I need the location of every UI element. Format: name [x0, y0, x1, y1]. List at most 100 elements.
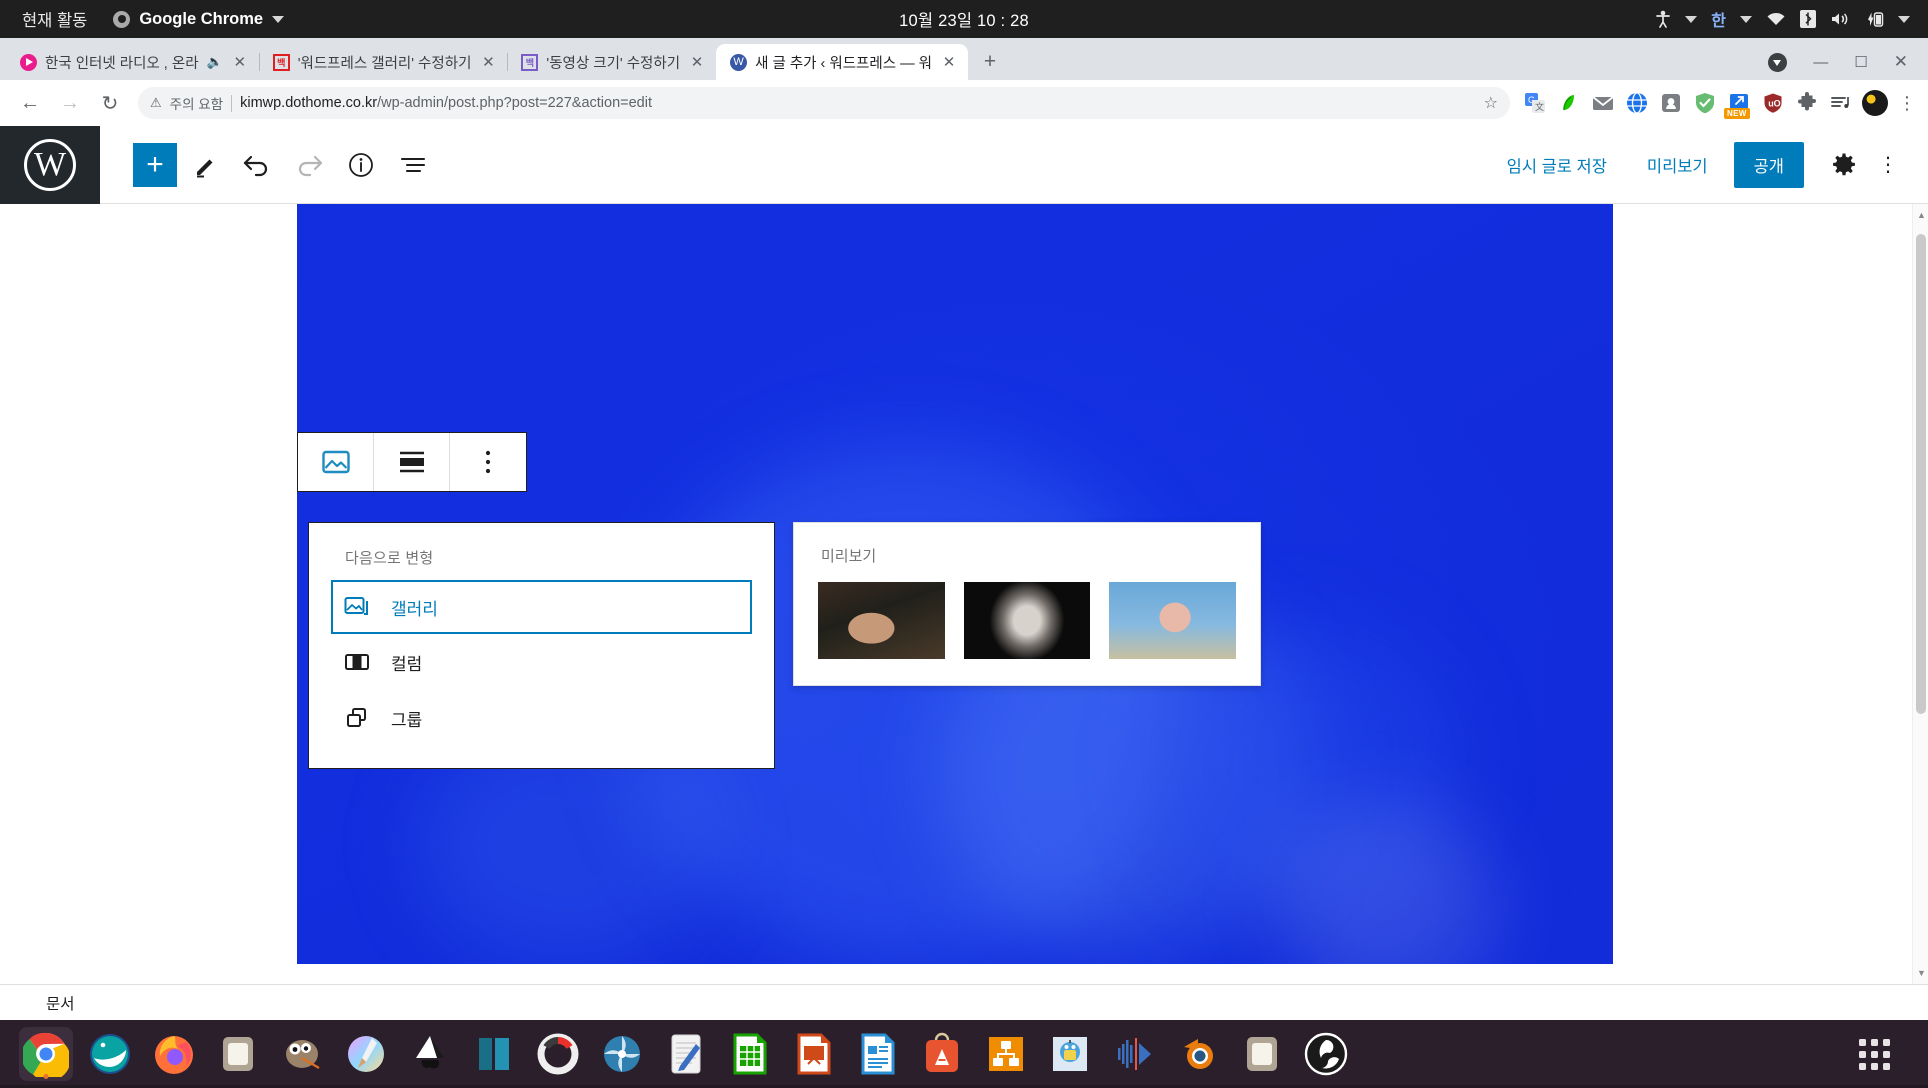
tab-close-icon[interactable]: ✕: [479, 53, 497, 71]
browser-tab[interactable]: 백 '워드프레스 갤러리' 수정하기 ✕: [258, 44, 508, 80]
show-applications-button[interactable]: [1859, 1038, 1890, 1070]
accessibility-icon[interactable]: [1655, 10, 1671, 28]
gear-icon[interactable]: [1818, 139, 1870, 191]
input-method-indicator[interactable]: 한: [1711, 7, 1726, 31]
extension-badge: NEW: [1724, 108, 1750, 119]
scrollbar-thumb[interactable]: [1916, 234, 1926, 714]
papago-icon[interactable]: [1556, 90, 1582, 116]
gnome-top-bar: 현재 활동 Google Chrome 10월 23일 10 : 28 한: [0, 0, 1928, 38]
dock-item-inkscape[interactable]: [403, 1027, 457, 1081]
chrome-menu-icon[interactable]: ⋮: [1896, 93, 1918, 114]
block-toolbar: [297, 432, 527, 492]
wordpress-logo[interactable]: W: [0, 126, 100, 204]
undo-icon[interactable]: [233, 141, 281, 189]
wifi-icon[interactable]: [1766, 11, 1786, 27]
dock-item-video-editor[interactable]: [467, 1027, 521, 1081]
dock-item-darktable[interactable]: [595, 1027, 649, 1081]
browser-tab[interactable]: 한국 인터넷 라디오 , 온라 🔈 ✕: [6, 44, 259, 80]
dock-item-google-chrome[interactable]: [19, 1027, 73, 1081]
volume-icon[interactable]: [1830, 11, 1850, 27]
close-window-button[interactable]: ✕: [1894, 52, 1908, 72]
dock-item-obs-studio[interactable]: [1299, 1027, 1353, 1081]
dock-item-files[interactable]: [211, 1027, 265, 1081]
dock-item-mindmap[interactable]: [979, 1027, 1033, 1081]
warning-triangle-icon: ⚠: [150, 95, 162, 110]
add-block-icon[interactable]: +: [133, 142, 177, 187]
adguard-shield-icon[interactable]: [1692, 90, 1718, 116]
tab-close-icon[interactable]: ✕: [688, 53, 706, 71]
reload-button[interactable]: ↻: [90, 83, 130, 123]
publish-button[interactable]: 공개: [1733, 141, 1804, 188]
browser-tab-active[interactable]: W 새 글 추가 ‹ 워드프레스 — 워 ✕: [716, 44, 968, 80]
dock-item-libreoffice-impress[interactable]: [787, 1027, 841, 1081]
dock-item-blender[interactable]: [1171, 1027, 1225, 1081]
transform-option-group[interactable]: 그룹: [309, 690, 774, 746]
dock-item-handbrake[interactable]: [531, 1027, 585, 1081]
profile-avatar[interactable]: [1862, 90, 1888, 116]
gallery-icon: [343, 593, 371, 621]
dock-item-firefox[interactable]: [147, 1027, 201, 1081]
bluetooth-icon[interactable]: [1800, 10, 1816, 28]
pocket-icon[interactable]: [1658, 90, 1684, 116]
active-app-menu[interactable]: Google Chrome: [113, 10, 285, 29]
browser-tab[interactable]: 백 '동영상 크기' 수정하기 ✕: [507, 44, 716, 80]
puzzle-extensions-icon[interactable]: [1794, 90, 1820, 116]
dock-item-thunderbird[interactable]: [83, 1027, 137, 1081]
tab-close-icon[interactable]: ✕: [940, 53, 958, 71]
dock-item-audio-editor[interactable]: [1107, 1027, 1161, 1081]
scroll-down-icon[interactable]: ▼: [1917, 968, 1926, 978]
clock[interactable]: 10월 23일 10 : 28: [899, 7, 1029, 31]
info-icon[interactable]: [337, 141, 385, 189]
image-block-icon[interactable]: [298, 433, 374, 491]
tab-close-icon[interactable]: ✕: [231, 53, 249, 71]
chevron-down-icon[interactable]: [1898, 15, 1910, 23]
chevron-down-icon[interactable]: [1740, 15, 1752, 23]
url-path: /wp-admin/post.php?post=227&action=edit: [377, 95, 652, 111]
dock-item-krita[interactable]: [339, 1027, 393, 1081]
forward-button[interactable]: →: [50, 83, 90, 123]
minimize-button[interactable]: —: [1813, 54, 1828, 71]
mail-icon[interactable]: [1590, 90, 1616, 116]
battery-charging-icon[interactable]: [1864, 11, 1884, 28]
redo-icon[interactable]: [285, 141, 333, 189]
dock-item-robot-app[interactable]: [1043, 1027, 1097, 1081]
save-draft-button[interactable]: 임시 글로 저장: [1487, 153, 1627, 177]
star-icon[interactable]: ☆: [1476, 93, 1498, 113]
transform-option-gallery[interactable]: 갤러리: [331, 580, 752, 634]
preview-heading: 미리보기: [821, 548, 877, 565]
wordpress-icon: W: [730, 53, 748, 71]
globe-icon[interactable]: [1624, 90, 1650, 116]
wordpress-editor: W + 임시 글로 저장 미리보기 공개 ⋮ 다음으로 변형 갤러리 컬럼 그룹…: [0, 126, 1928, 1020]
share-new-icon[interactable]: NEW: [1724, 90, 1752, 119]
back-button[interactable]: ←: [10, 83, 50, 123]
browser-toolbar: ← → ↻ ⚠ 주의 요함 kimwp.dothome.co.kr/wp-adm…: [0, 80, 1928, 126]
dock-item-app-store[interactable]: [915, 1027, 969, 1081]
editor-scrollbar[interactable]: ▲ ▼: [1912, 204, 1928, 984]
dock-item-gimp[interactable]: [275, 1027, 329, 1081]
playlist-music-icon[interactable]: [1828, 90, 1854, 116]
scroll-up-icon[interactable]: ▲: [1917, 210, 1926, 220]
preview-button[interactable]: 미리보기: [1627, 153, 1728, 177]
activities-button[interactable]: 현재 활동: [22, 7, 87, 31]
omnibox-divider: [231, 94, 233, 112]
group-icon: [343, 704, 371, 732]
transform-option-columns[interactable]: 컬럼: [309, 634, 774, 690]
dock-item-libreoffice-calc[interactable]: [723, 1027, 777, 1081]
edit-pencil-icon[interactable]: [181, 141, 229, 189]
chevron-down-icon[interactable]: [1685, 15, 1698, 23]
maximize-button[interactable]: ☐: [1854, 53, 1867, 71]
dock-item-text-editor[interactable]: [659, 1027, 713, 1081]
address-bar[interactable]: ⚠ 주의 요함 kimwp.dothome.co.kr/wp-admin/pos…: [138, 87, 1510, 119]
dock-item-libreoffice-writer[interactable]: [851, 1027, 905, 1081]
align-icon[interactable]: [374, 433, 450, 491]
document-breadcrumb[interactable]: 문서: [0, 992, 75, 1014]
google-translate-icon[interactable]: G文: [1522, 90, 1548, 116]
list-view-icon[interactable]: [389, 141, 437, 189]
tab-audio-icon[interactable]: 🔈: [207, 54, 223, 70]
new-tab-button[interactable]: +: [976, 48, 1004, 76]
dock-item-file-manager[interactable]: [1235, 1027, 1289, 1081]
ublock-origin-icon[interactable]: uO: [1760, 90, 1786, 116]
vertical-dots-icon[interactable]: ⋮: [1870, 139, 1906, 191]
more-options-icon[interactable]: [450, 433, 526, 491]
download-indicator-icon[interactable]: [1768, 52, 1788, 72]
